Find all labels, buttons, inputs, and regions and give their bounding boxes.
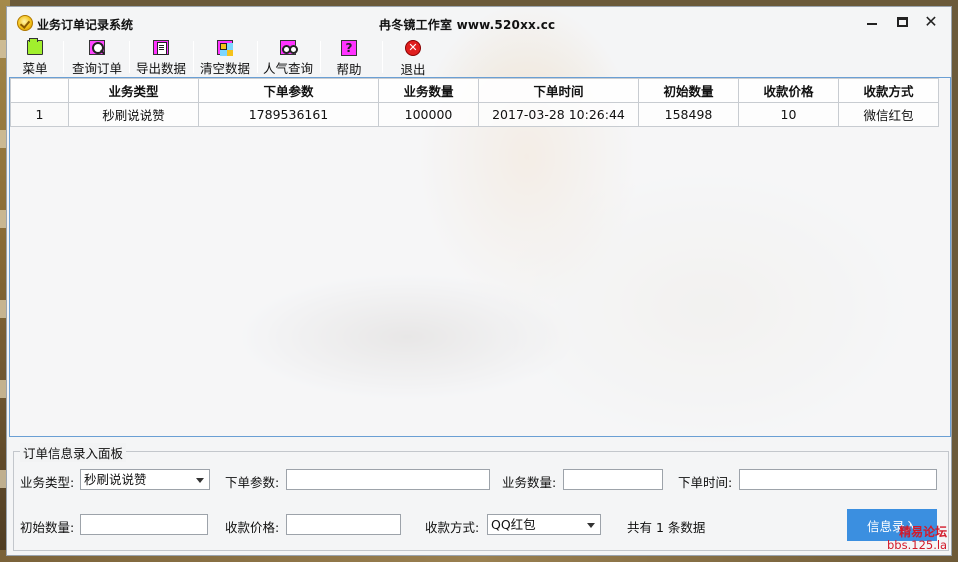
column-header[interactable]: 下单参数 bbox=[198, 78, 379, 103]
clear-data-label: 清空数据 bbox=[199, 61, 250, 76]
order-entry-panel: 订单信息录入面板 bbox=[13, 443, 949, 551]
payment-method-select[interactable]: QQ红包 bbox=[487, 514, 601, 535]
export-data-label: 导出数据 bbox=[135, 61, 186, 76]
cell-payment-method[interactable]: 微信红包 bbox=[838, 102, 939, 127]
popularity-query-button[interactable]: 人气查询 bbox=[260, 39, 316, 77]
menu-button[interactable]: 菜单 bbox=[15, 38, 55, 77]
initial-qty-label: 初始数量: bbox=[20, 520, 75, 535]
forum-watermark: 精易论坛 bbs.125.la bbox=[887, 526, 947, 552]
cell-initial-qty[interactable]: 158498 bbox=[638, 102, 739, 127]
popularity-query-label: 人气查询 bbox=[262, 61, 313, 76]
exit-icon: ✕ bbox=[405, 40, 421, 56]
orders-grid[interactable]: 业务类型 下单参数 业务数量 下单时间 初始数量 收款价格 收款方式 1 秒刷说… bbox=[9, 77, 951, 437]
toolbar-separator bbox=[320, 41, 321, 73]
column-header[interactable] bbox=[10, 78, 69, 103]
column-header[interactable]: 下单时间 bbox=[478, 78, 639, 103]
column-header[interactable]: 业务数量 bbox=[378, 78, 479, 103]
chevron-down-icon bbox=[196, 478, 204, 483]
order-param-label: 下单参数: bbox=[225, 475, 280, 490]
toolbar: 菜单 查询订单 导出数据 清空数据 人气查询 ? 帮助 ✕ 退出 bbox=[7, 38, 951, 77]
payment-method-value: QQ红包 bbox=[491, 517, 536, 532]
main-window: 业务订单记录系统 冉冬镜工作室 www.520xx.cc ✕ 菜单 查询订单 导… bbox=[6, 6, 952, 556]
cell-business-type[interactable]: 秒刷说说赞 bbox=[68, 102, 199, 127]
help-icon: ? bbox=[341, 40, 357, 56]
order-time-label: 下单时间: bbox=[678, 475, 733, 490]
business-qty-label: 业务数量: bbox=[502, 475, 557, 490]
search-icon bbox=[89, 40, 105, 55]
order-param-input[interactable] bbox=[286, 469, 490, 490]
order-time-input[interactable] bbox=[739, 469, 937, 490]
toolbar-separator bbox=[63, 41, 64, 73]
query-orders-label: 查询订单 bbox=[71, 61, 122, 76]
close-icon: ✕ bbox=[924, 12, 938, 31]
chevron-down-icon bbox=[587, 523, 595, 528]
exit-button[interactable]: ✕ 退出 bbox=[393, 39, 433, 77]
query-orders-button[interactable]: 查询订单 bbox=[69, 39, 125, 77]
table-row[interactable]: 1 秒刷说说赞 1789536161 100000 2017-03-28 10:… bbox=[10, 102, 939, 127]
popularity-icon bbox=[280, 40, 298, 55]
help-label: 帮助 bbox=[336, 62, 362, 77]
column-header[interactable]: 收款方式 bbox=[838, 78, 939, 103]
price-input[interactable] bbox=[286, 514, 401, 535]
toolbar-separator bbox=[129, 41, 130, 73]
toolbar-separator bbox=[382, 41, 383, 73]
business-type-label: 业务类型: bbox=[20, 475, 75, 490]
minimize-button[interactable] bbox=[857, 11, 887, 33]
cell-order-time[interactable]: 2017-03-28 10:26:44 bbox=[478, 102, 639, 127]
business-qty-input[interactable] bbox=[563, 469, 663, 490]
cell-business-qty[interactable]: 100000 bbox=[378, 102, 479, 127]
clear-data-button[interactable]: 清空数据 bbox=[197, 39, 253, 77]
maximize-icon bbox=[896, 17, 908, 27]
minimize-icon bbox=[867, 23, 877, 25]
business-type-select[interactable]: 秒刷说说赞 bbox=[80, 469, 210, 490]
app-title: 业务订单记录系统 bbox=[37, 18, 134, 32]
help-button[interactable]: ? 帮助 bbox=[329, 39, 369, 77]
table-header-row: 业务类型 下单参数 业务数量 下单时间 初始数量 收款价格 收款方式 bbox=[10, 78, 939, 103]
exit-label: 退出 bbox=[400, 62, 426, 77]
folder-icon bbox=[27, 38, 43, 55]
column-header[interactable]: 业务类型 bbox=[68, 78, 199, 103]
app-logo-icon bbox=[17, 15, 33, 31]
business-type-value: 秒刷说说赞 bbox=[84, 472, 147, 487]
title-bar[interactable]: 业务订单记录系统 冉冬镜工作室 www.520xx.cc ✕ bbox=[7, 7, 951, 39]
price-label: 收款价格: bbox=[225, 520, 280, 535]
studio-title: 冉冬镜工作室 www.520xx.cc bbox=[379, 18, 556, 32]
toolbar-separator bbox=[193, 41, 194, 73]
cell-price[interactable]: 10 bbox=[738, 102, 839, 127]
toolbar-separator bbox=[257, 41, 258, 73]
maximize-button[interactable] bbox=[887, 11, 917, 33]
orders-table: 业务类型 下单参数 业务数量 下单时间 初始数量 收款价格 收款方式 1 秒刷说… bbox=[10, 78, 939, 127]
column-header[interactable]: 收款价格 bbox=[738, 78, 839, 103]
close-button[interactable]: ✕ bbox=[916, 11, 946, 33]
export-data-button[interactable]: 导出数据 bbox=[133, 39, 189, 77]
initial-qty-input[interactable] bbox=[80, 514, 208, 535]
export-icon bbox=[153, 40, 169, 55]
payment-method-label: 收款方式: bbox=[425, 520, 480, 535]
column-header[interactable]: 初始数量 bbox=[638, 78, 739, 103]
menu-label: 菜单 bbox=[22, 61, 48, 76]
record-count: 共有 1 条数据 bbox=[627, 520, 706, 535]
row-number: 1 bbox=[10, 102, 69, 127]
cell-order-param[interactable]: 1789536161 bbox=[198, 102, 379, 127]
clear-icon bbox=[217, 40, 233, 55]
panel-title: 订单信息录入面板 bbox=[20, 443, 127, 462]
watermark-line2: bbs.125.la bbox=[887, 538, 948, 552]
